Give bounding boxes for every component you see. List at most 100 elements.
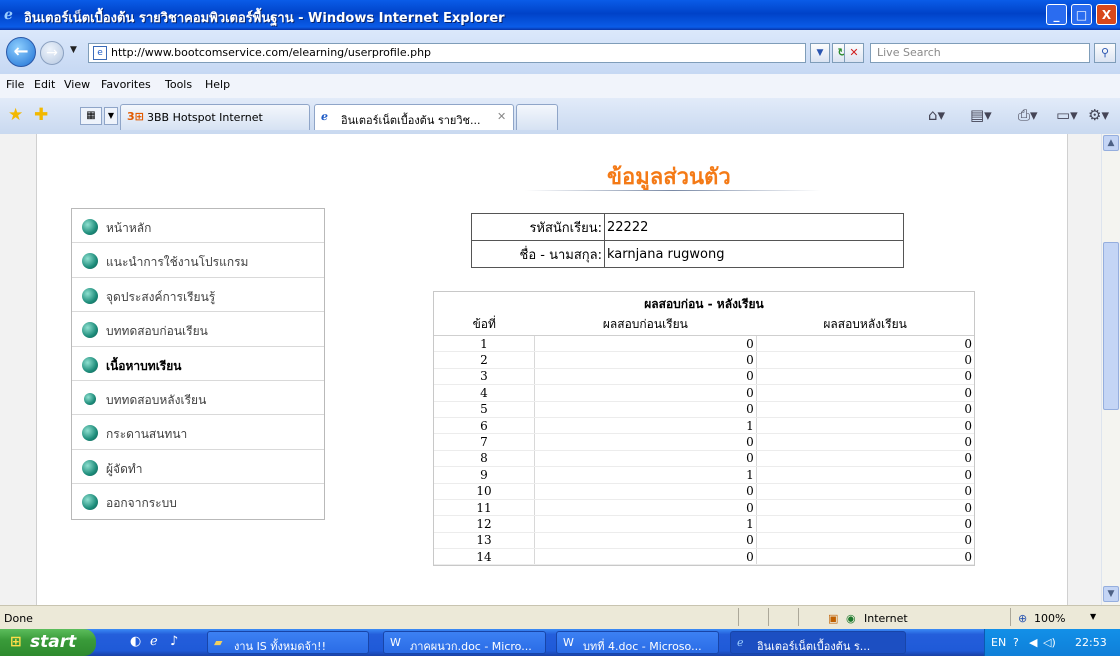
student-name-value: karnjana rugwong [604,240,904,268]
globe-bullet-icon [82,494,98,511]
table-row: 100 [434,335,974,353]
row-number: 6 [434,417,535,435]
sidebar-item-authors[interactable]: ผู้จัดทำ [72,450,324,485]
tray-arrow-icon[interactable]: ◀ [1029,636,1037,649]
sidebar-item-intro[interactable]: แนะนำการใช้งานโปรแกรม [72,243,324,278]
table-row: รหัสนักเรียน: 22222 [471,213,904,241]
word-doc-icon: W [563,636,574,649]
pretest-score: 0 [534,532,757,550]
table-row: 11 0 0 [434,499,974,517]
posttest-score: 0 [755,466,974,484]
status-text: Done [4,612,33,625]
scroll-up-icon[interactable]: ▲ [1103,135,1119,151]
zoom-level[interactable]: 100% [1034,612,1065,625]
score-panel: ผลสอบก่อน - หลังเรียน ข้อที่ ผลสอบก่อนเร… [433,291,975,567]
table-row: 400 [434,384,974,402]
maximize-button[interactable]: □ [1071,4,1092,25]
pretest-score: 0 [534,450,757,468]
table-row: ชื่อ - นามสกุล: karnjana rugwong [471,240,904,268]
print-icon[interactable]: ⎙▾ [1018,106,1038,124]
row-number: 7 [434,433,535,451]
zoom-icon[interactable]: ⊕ [1018,612,1027,625]
menu-tools[interactable]: Tools [165,78,192,91]
address-bar[interactable]: e http://www.bootcomservice.com/elearnin… [88,43,806,63]
sidebar-item-pretest[interactable]: บททดสอบก่อนเรียน [72,312,324,347]
taskbar-item-appendix-doc[interactable]: W ภาคผนวก.doc - Micro... [383,631,546,654]
sidebar-item-webboard[interactable]: กระดานสนทนา [72,415,324,450]
pretest-score: 0 [534,368,757,386]
globe-bullet-icon [82,287,98,304]
protected-mode-icon[interactable]: ▣ [828,612,838,625]
globe-bullet-icon [82,253,98,270]
menu-edit[interactable]: Edit [34,78,55,91]
tab-list-icon[interactable]: ▼ [104,107,118,125]
globe-bullet-icon [84,392,96,405]
table-row: 610 [434,417,974,435]
scroll-down-icon[interactable]: ▼ [1103,586,1119,602]
menu-file[interactable]: File [6,78,24,91]
taskbar-item-ie[interactable]: ℯ อินเตอร์เน็ตเบื้องต้น ร... [730,631,906,654]
page-menu-icon[interactable]: ▭▾ [1056,106,1078,124]
globe-bullet-icon [82,322,98,339]
table-row: 14 0 0 [434,548,974,566]
tab-3bb-hotspot[interactable]: 3⊞ 3BB Hotspot Internet [120,104,310,130]
sidebar-item-logout[interactable]: ออกจากระบบ [72,484,324,518]
globe-bullet-icon [82,459,98,476]
close-button[interactable]: X [1096,4,1117,25]
search-icon[interactable]: ⚲ [1094,43,1116,63]
posttest-score: 0 [755,401,974,418]
row-number: 2 [434,351,535,369]
tools-gear-icon[interactable]: ⚙▾ [1088,106,1109,124]
menu-bar: File Edit View Favorites Tools Help [0,74,1120,99]
back-button[interactable]: ← [6,37,36,67]
status-divider [1010,608,1011,626]
posttest-score: 0 [755,433,974,451]
taskbar-item-chapter4-doc[interactable]: W บทที่ 4.doc - Microso... [556,631,719,654]
menu-view[interactable]: View [64,78,90,91]
sidebar-item-home[interactable]: หน้าหลัก [72,209,324,244]
posttest-score: 0 [755,483,974,500]
favorites-star-icon[interactable]: ★ [8,106,23,124]
forward-button[interactable]: → [40,41,64,65]
posttest-score: 0 [755,417,974,435]
sidebar-item-lessons[interactable]: เนื้อหาบทเรียน [72,347,324,381]
quicklaunch-media-icon[interactable]: ♪ [170,634,178,649]
sidebar-item-posttest[interactable]: บททดสอบหลังเรียน [72,381,324,416]
quicklaunch-desktop-icon[interactable]: ◐ [130,634,141,649]
quick-tabs-icon[interactable]: ▦ [80,107,102,125]
feeds-icon[interactable]: ▤▾ [970,106,992,124]
vertical-scrollbar[interactable]: ▲ ▼ [1101,134,1120,605]
url-text[interactable]: http://www.bootcomservice.com/elearning/… [111,46,431,59]
tab-elearning[interactable]: ℯ อินเตอร์เน็ตเบื้องต้น รายวิช... ✕ [314,104,514,130]
heading-divider [525,190,821,191]
folder-icon: ▰ [214,636,223,649]
tab-bar: ★ ✚ ▦ ▼ 3⊞ 3BB Hotspot Internet ℯ อินเตอ… [0,98,1120,135]
sidebar-menu: หน้าหลัก แนะนำการใช้งานโปรแกรม จุดประสงค… [71,208,325,520]
internet-zone-icon: ◉ [846,612,856,625]
add-favorites-icon[interactable]: ✚ [34,106,48,124]
zoom-dropdown-icon[interactable]: ▼ [1090,612,1096,621]
search-input[interactable]: Live Search [870,43,1090,63]
help-tray-icon[interactable]: ? [1013,636,1019,649]
stop-icon[interactable]: ✕ [844,43,864,63]
page-icon: e [93,46,107,60]
sidebar-item-objectives[interactable]: จุดประสงค์การเรียนรู้ [72,278,324,313]
new-tab-button[interactable] [516,104,558,130]
pretest-score: 1 [534,515,757,533]
home-icon[interactable]: ⌂▾ [928,106,945,124]
close-tab-icon[interactable]: ✕ [497,110,506,123]
volume-icon[interactable]: ◁) [1043,636,1056,649]
start-button[interactable]: ⊞ start [0,629,96,656]
menu-favorites[interactable]: Favorites [101,78,151,91]
minimize-button[interactable]: _ [1046,4,1067,25]
student-id-label: รหัสนักเรียน: [471,213,605,241]
address-dropdown-icon[interactable]: ▼ [810,43,830,63]
language-indicator[interactable]: EN [991,636,1006,649]
scroll-thumb[interactable] [1103,242,1119,410]
menu-help[interactable]: Help [205,78,230,91]
quicklaunch-ie-icon[interactable]: ℯ [150,634,158,649]
window-titlebar[interactable]: ℯ อินเตอร์เน็ตเบื้องต้น รายวิชาคอมพิวเตอ… [0,0,1120,30]
taskbar-item-folder[interactable]: ▰ งาน IS ทั้งหมดจ้า!! [207,631,369,654]
clock[interactable]: 22:53 [1075,636,1107,649]
history-dropdown-icon[interactable]: ▼ [70,45,80,59]
